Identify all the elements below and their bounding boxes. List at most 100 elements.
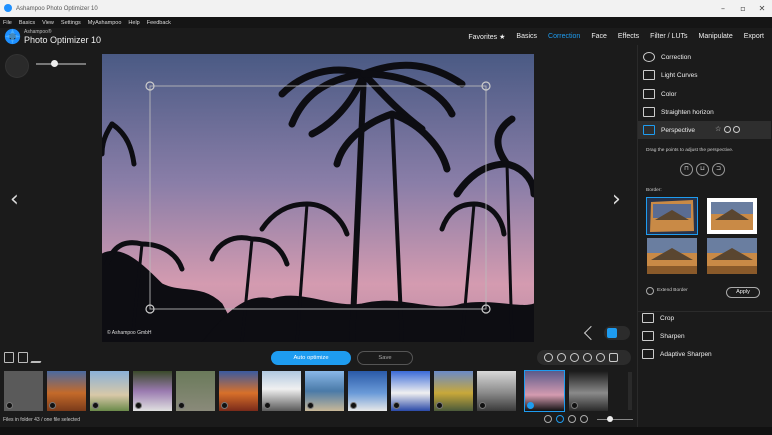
panel-item-sharpen[interactable]: Sharpen — [637, 327, 770, 345]
save-copy-icon[interactable] — [18, 352, 28, 363]
rotate-right-icon[interactable] — [596, 353, 605, 362]
split-view-icon — [607, 328, 617, 338]
extend-border-radio[interactable] — [646, 287, 654, 295]
help-icon[interactable] — [724, 126, 731, 133]
filmstrip-thumbnail[interactable] — [90, 371, 129, 411]
panel-item-crop[interactable]: Crop — [637, 309, 770, 327]
menu-view[interactable]: View — [42, 20, 54, 26]
panel-item-label: Perspective — [661, 126, 695, 134]
panel-item-straighten-horizon[interactable]: Straighten horizon — [638, 103, 771, 121]
fit-width-icon[interactable] — [556, 415, 564, 423]
border-option-3[interactable] — [647, 238, 697, 274]
triangle-icon — [642, 331, 654, 341]
filmstrip-thumbnail[interactable] — [4, 371, 43, 411]
filmstrip-thumbnail[interactable] — [47, 371, 86, 411]
border-label: Border: — [646, 188, 662, 193]
filter-icon[interactable] — [580, 415, 588, 423]
tab-face[interactable]: Face — [591, 33, 607, 41]
minimize-button[interactable]: – — [716, 3, 730, 14]
filmstrip-thumbnail[interactable] — [569, 371, 608, 411]
crop-icon — [642, 313, 654, 323]
filmstrip-thumbnail[interactable] — [348, 371, 387, 411]
menu-file[interactable]: File — [3, 20, 12, 26]
tab-correction[interactable]: Correction — [548, 33, 580, 41]
tab-export[interactable]: Export — [744, 33, 764, 41]
menu-myashampoo[interactable]: MyAshampoo — [88, 20, 122, 26]
undo-all-icon[interactable] — [570, 353, 579, 362]
filmstrip-thumbnail[interactable] — [133, 371, 172, 411]
panel-item-perspective[interactable]: Perspective ☆ — [638, 121, 771, 139]
pan-navigator[interactable] — [5, 54, 29, 78]
save-button[interactable]: Save — [357, 351, 413, 365]
taskbar-strip — [0, 427, 772, 435]
gear-icon[interactable] — [609, 353, 618, 362]
panel-item-color[interactable]: Color — [638, 85, 771, 103]
filmstrip-thumbnail[interactable] — [305, 371, 344, 411]
filmstrip-thumbnail-selected[interactable] — [524, 370, 565, 412]
open-file-icon[interactable] — [4, 352, 14, 363]
photo-copyright: © Ashampoo GmbH — [107, 330, 152, 336]
thumbnail-zoom-handle[interactable] — [607, 416, 613, 422]
perspective-auto-icon[interactable]: ⊔ — [696, 163, 709, 176]
thumbnail-zoom-slider[interactable] — [597, 419, 633, 420]
next-image-arrow-icon[interactable]: › — [612, 187, 621, 212]
photo-canvas[interactable] — [102, 54, 534, 342]
maximize-button[interactable]: ▫ — [736, 3, 750, 14]
window-title: Ashampoo Photo Optimizer 10 — [16, 5, 98, 12]
tab-manipulate[interactable]: Manipulate — [699, 33, 733, 41]
reset-icon[interactable] — [733, 126, 740, 133]
magic-wand-icon[interactable] — [544, 353, 553, 362]
panel-item-adaptive-sharpen[interactable]: Adaptive Sharpen — [637, 345, 770, 363]
zoom-slider-track[interactable] — [36, 63, 86, 65]
tab-filter-luts[interactable]: Filter / LUTs — [650, 33, 687, 41]
sort-icon[interactable] — [544, 415, 552, 423]
border-option-2[interactable] — [707, 198, 757, 234]
previous-image-arrow-icon[interactable]: ‹ — [10, 187, 19, 212]
zoom-slider-handle[interactable] — [51, 60, 58, 67]
extend-border-label: Extend Border — [657, 288, 688, 293]
menu-feedback[interactable]: Feedback — [147, 20, 171, 26]
thumbnail-size-icon[interactable] — [568, 415, 576, 423]
status-bar: Files in folder 43 / one file selected — [0, 413, 637, 427]
triangle-icon — [642, 349, 654, 359]
border-option-4[interactable] — [707, 238, 757, 274]
undo-icon[interactable] — [557, 353, 566, 362]
filmstrip-thumbnail[interactable] — [434, 371, 473, 411]
menu-help[interactable]: Help — [128, 20, 139, 26]
filmstrip-thumbnail[interactable] — [176, 371, 215, 411]
auto-optimize-button[interactable]: Auto optimize — [271, 351, 351, 365]
filmstrip-thumbnail[interactable] — [219, 371, 258, 411]
panel-item-label: Correction — [661, 53, 691, 61]
filmstrip-thumbnail[interactable] — [262, 371, 301, 411]
rotate-left-icon[interactable] — [583, 353, 592, 362]
status-text: Files in folder 43 / one file selected — [3, 417, 80, 423]
perspective-horizontal-icon[interactable]: ⊐ — [712, 163, 725, 176]
tab-effects[interactable]: Effects — [618, 33, 639, 41]
filmstrip-thumbnail[interactable] — [477, 371, 516, 411]
palm-tree-photo — [102, 54, 534, 342]
palette-icon — [643, 89, 655, 99]
border-thumbnail — [707, 198, 757, 234]
panel-item-light-curves[interactable]: Light Curves — [638, 66, 771, 84]
shrink-icon[interactable] — [583, 325, 599, 341]
tab-basics[interactable]: Basics — [516, 33, 537, 41]
compare-toggle[interactable] — [604, 326, 630, 340]
close-button[interactable]: ✕ — [755, 3, 769, 14]
filmstrip-thumbnail[interactable] — [391, 371, 430, 411]
main-tabs: Favorites ★ Basics Correction Face Effec… — [457, 33, 764, 41]
apply-button[interactable]: Apply — [726, 287, 760, 298]
brush-icon[interactable] — [30, 352, 46, 363]
panel-item-correction[interactable]: Correction — [638, 48, 771, 66]
filmstrip-scrollbar[interactable] — [628, 372, 632, 410]
panel-item-label: Sharpen — [660, 332, 685, 340]
panel-item-label: Light Curves — [661, 71, 698, 79]
tab-favorites[interactable]: Favorites ★ — [468, 33, 505, 41]
menu-settings[interactable]: Settings — [61, 20, 81, 26]
favorite-star-icon[interactable]: ☆ — [715, 125, 721, 133]
app-logo-icon — [4, 28, 21, 45]
perspective-icon — [643, 125, 655, 135]
panel-item-label: Straighten horizon — [661, 108, 714, 116]
menu-basics[interactable]: Basics — [19, 20, 35, 26]
border-option-1[interactable] — [646, 197, 698, 235]
perspective-vertical-icon[interactable]: ⊓ — [680, 163, 693, 176]
